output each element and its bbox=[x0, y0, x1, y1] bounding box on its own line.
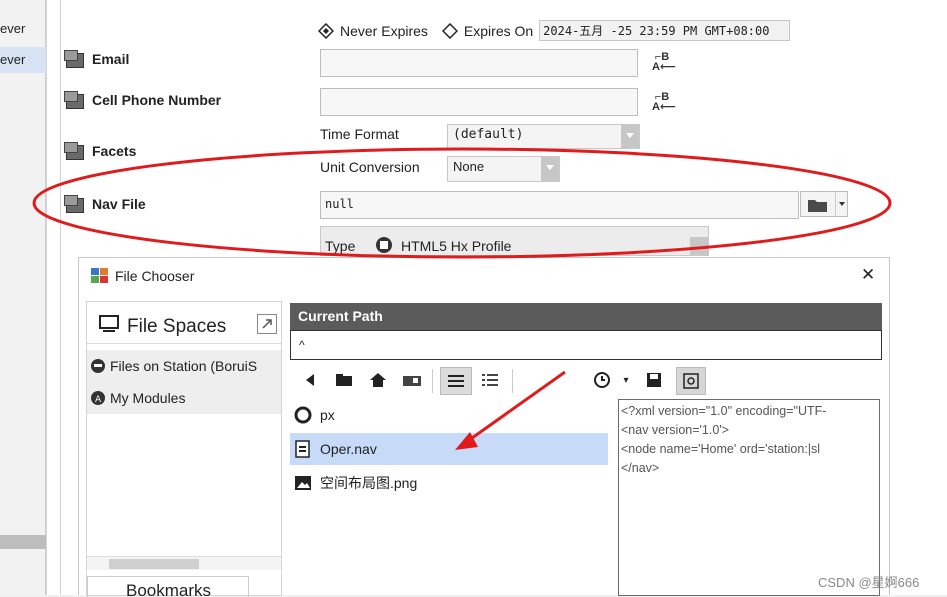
annotation-overlay bbox=[32, 147, 892, 450]
watermark: CSDN @星婀666 bbox=[818, 575, 920, 590]
annotation-arrow bbox=[464, 370, 566, 445]
annotation-ellipse bbox=[32, 147, 892, 259]
